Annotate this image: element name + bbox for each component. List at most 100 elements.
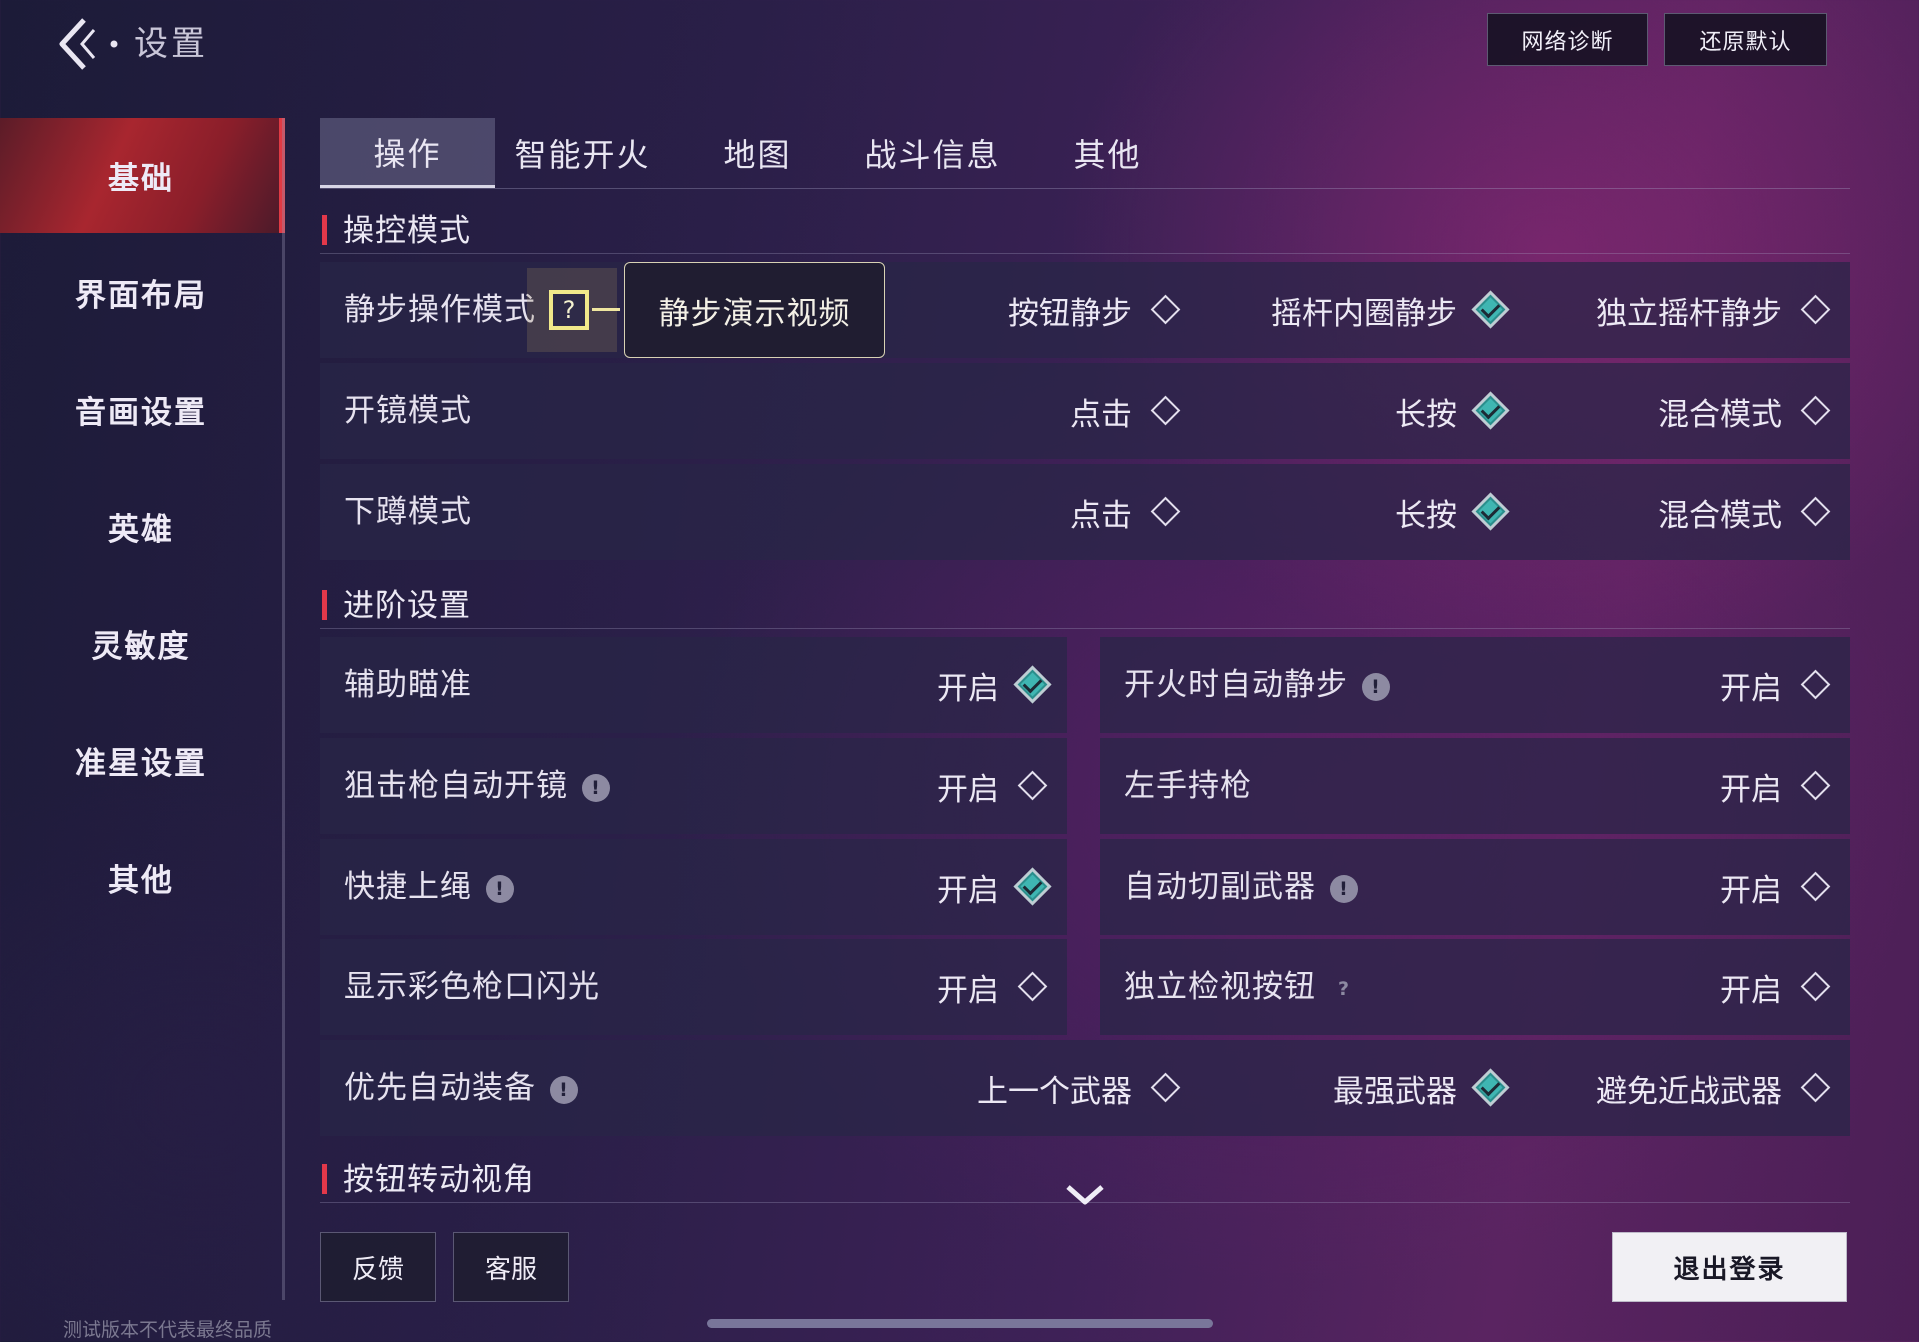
setting-row-auto-switch-secondary: 自动切副武器! 开启 xyxy=(1100,839,1850,935)
sidebar-item-layout[interactable]: 界面布局 xyxy=(0,235,282,350)
tab-combat-info[interactable]: 战斗信息 xyxy=(845,118,1020,188)
option-label: 混合模式 xyxy=(1658,396,1782,433)
section-accent-bar xyxy=(322,1164,327,1194)
section-accent-bar xyxy=(322,215,327,245)
sidebar-item-sensitivity[interactable]: 灵敏度 xyxy=(0,586,282,701)
network-diagnosis-button[interactable]: 网络诊断 xyxy=(1487,13,1648,66)
diamond-outline-icon xyxy=(1148,494,1184,530)
tab-smart-fire[interactable]: 智能开火 xyxy=(495,118,670,188)
setting-label: 左手持枪 xyxy=(1124,768,1252,804)
sidebar-item-crosshair[interactable]: 准星设置 xyxy=(0,703,282,818)
option-button-quiet[interactable]: 按钮静步 xyxy=(1008,262,1184,358)
sidebar-item-hero[interactable]: 英雄 xyxy=(0,469,282,584)
setting-label: 快捷上绳! xyxy=(344,839,514,935)
option-hybrid[interactable]: 混合模式 xyxy=(1658,464,1834,560)
option-tap[interactable]: 点击 xyxy=(1070,464,1184,560)
option-label: 开启 xyxy=(937,972,999,1009)
diamond-outline-icon xyxy=(1148,1070,1184,1106)
section-title: 进阶设置 xyxy=(343,588,471,624)
quiet-step-video-button[interactable]: 静步演示视频 xyxy=(624,262,885,358)
customer-service-button[interactable]: 客服 xyxy=(453,1232,569,1302)
diamond-outline-icon xyxy=(1798,768,1834,804)
option-label: 独立摇杆静步 xyxy=(1596,295,1782,332)
back-button[interactable] xyxy=(58,14,128,74)
setting-label: 狙击枪自动开镜! xyxy=(344,738,610,834)
setting-label: 显示彩色枪口闪光 xyxy=(344,969,600,1005)
option-label: 开启 xyxy=(937,771,999,808)
page-title: 设置 xyxy=(134,24,208,64)
diamond-outline-icon xyxy=(1798,869,1834,905)
sidebar: 基础 界面布局 音画设置 英雄 灵敏度 准星设置 其他 xyxy=(0,118,285,1300)
option-label: 长按 xyxy=(1395,396,1457,433)
setting-label-text: 狙击枪自动开镜 xyxy=(344,768,568,804)
option-label: 混合模式 xyxy=(1658,497,1782,534)
setting-label-text: 开火时自动静步 xyxy=(1124,667,1348,703)
option-hold[interactable]: 长按 xyxy=(1395,464,1509,560)
exclamation-icon[interactable]: ! xyxy=(1330,874,1358,903)
option-independent-joystick-quiet[interactable]: 独立摇杆静步 xyxy=(1596,262,1834,358)
setting-row-scope-mode: 开镜模式 点击 长按 混合模式 xyxy=(320,363,1850,459)
scroll-down-button[interactable] xyxy=(1064,1182,1106,1212)
feedback-button[interactable]: 反馈 xyxy=(320,1232,436,1302)
sidebar-item-basic[interactable]: 基础 xyxy=(0,118,285,233)
option-tap[interactable]: 点击 xyxy=(1070,363,1184,459)
question-icon[interactable]: ? xyxy=(1330,975,1358,1003)
option-avoid-melee[interactable]: 避免近战武器 xyxy=(1596,1040,1834,1136)
setting-row-aim-assist: 辅助瞄准 开启 xyxy=(320,637,1067,733)
option-label: 长按 xyxy=(1395,497,1457,534)
setting-label-text: 快捷上绳 xyxy=(344,869,472,905)
setting-row-auto-quiet-fire: 开火时自动静步! 开启 xyxy=(1100,637,1850,733)
option-hold[interactable]: 长按 xyxy=(1395,363,1509,459)
restore-default-button[interactable]: 还原默认 xyxy=(1664,13,1827,66)
setting-label: 辅助瞄准 xyxy=(344,667,472,703)
toggle-auto-switch-secondary[interactable]: 开启 xyxy=(1720,839,1834,935)
tab-operation[interactable]: 操作 xyxy=(320,118,495,188)
toggle-auto-quiet-fire[interactable]: 开启 xyxy=(1720,637,1834,733)
logout-button[interactable]: 退出登录 xyxy=(1612,1232,1847,1302)
option-strongest-weapon[interactable]: 最强武器 xyxy=(1333,1040,1509,1136)
toggle-quick-rope[interactable]: 开启 xyxy=(937,839,1051,935)
setting-row-inspect-button: 独立检视按钮? 开启 xyxy=(1100,939,1850,1035)
exclamation-icon[interactable]: ! xyxy=(1362,672,1390,701)
option-label: 开启 xyxy=(1720,771,1782,808)
toggle-inspect-button[interactable]: 开启 xyxy=(1720,939,1834,1035)
option-label: 点击 xyxy=(1070,396,1132,433)
chevron-down-icon xyxy=(1066,1185,1104,1205)
tab-other[interactable]: 其他 xyxy=(1020,118,1195,188)
toggle-color-muzzle-flash[interactable]: 开启 xyxy=(937,939,1051,1035)
option-label: 上一个武器 xyxy=(977,1073,1132,1110)
exclamation-icon[interactable]: ! xyxy=(486,874,514,903)
exclamation-icon[interactable]: ! xyxy=(550,1075,578,1104)
toggle-sniper-auto-scope[interactable]: 开启 xyxy=(937,738,1051,834)
diamond-check-icon xyxy=(1015,667,1051,703)
diamond-outline-icon xyxy=(1798,393,1834,429)
sidebar-item-other[interactable]: 其他 xyxy=(0,820,282,935)
option-label: 开启 xyxy=(1720,670,1782,707)
question-icon[interactable]: ? xyxy=(549,290,589,330)
option-label: 开启 xyxy=(937,872,999,909)
diamond-outline-icon xyxy=(1015,768,1051,804)
option-joystick-inner-quiet[interactable]: 摇杆内圈静步 xyxy=(1271,262,1509,358)
tab-map[interactable]: 地图 xyxy=(670,118,845,188)
diamond-outline-icon xyxy=(1798,292,1834,328)
version-note: 测试版本不代表最终品质 xyxy=(63,1319,273,1341)
setting-row-sniper-auto-scope: 狙击枪自动开镜! 开启 xyxy=(320,738,1067,834)
setting-label: 下蹲模式 xyxy=(344,494,472,530)
sidebar-item-audio-video[interactable]: 音画设置 xyxy=(0,352,282,467)
diamond-outline-icon xyxy=(1798,969,1834,1005)
setting-label: 开火时自动静步! xyxy=(1124,637,1390,733)
option-label: 开启 xyxy=(1720,872,1782,909)
option-label: 摇杆内圈静步 xyxy=(1271,295,1457,332)
exclamation-icon[interactable]: ! xyxy=(582,773,610,802)
option-hybrid[interactable]: 混合模式 xyxy=(1658,363,1834,459)
option-previous-weapon[interactable]: 上一个武器 xyxy=(977,1040,1184,1136)
toggle-aim-assist[interactable]: 开启 xyxy=(937,637,1051,733)
option-label: 最强武器 xyxy=(1333,1073,1457,1110)
diamond-outline-icon xyxy=(1148,393,1184,429)
setting-label-text: 独立检视按钮 xyxy=(1124,969,1316,1005)
diamond-outline-icon xyxy=(1015,969,1051,1005)
setting-label-text: 优先自动装备 xyxy=(344,1070,536,1106)
toggle-left-hand[interactable]: 开启 xyxy=(1720,738,1834,834)
home-indicator[interactable] xyxy=(707,1319,1213,1328)
setting-label: 自动切副武器! xyxy=(1124,839,1358,935)
